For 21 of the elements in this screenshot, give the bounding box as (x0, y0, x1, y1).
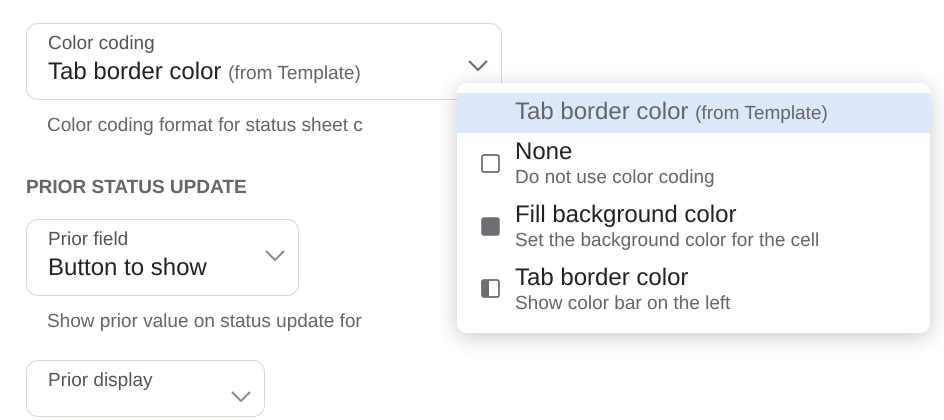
menu-option[interactable]: Fill background color Set the background color for the cell (457, 196, 930, 259)
field-value: Button to show (48, 252, 208, 283)
select-field[interactable]: Prior display (26, 360, 265, 418)
help-text: Show prior value on status update for (47, 310, 362, 334)
field-label: Color coding (48, 33, 156, 56)
menu-option[interactable]: None Do not use color coding (457, 133, 930, 196)
option-description: Set the background color for the cell (515, 230, 820, 253)
select-field[interactable]: Prior field Button to show (26, 218, 299, 296)
field-label: Prior field (48, 228, 130, 252)
help-text: Color coding format for status sheet c (47, 114, 363, 138)
field-label: Prior display (48, 370, 154, 394)
select-field[interactable]: Color coding Tab border color (from Template) (26, 23, 502, 100)
option-description: Show color bar on the left (515, 292, 730, 316)
field-value: Tab border color (from Template) (48, 56, 362, 87)
section-heading: PRIOR STATUS UPDATE (26, 176, 247, 200)
half-filled-square-icon (481, 279, 500, 298)
filled-square-icon (481, 216, 500, 236)
menu-option[interactable]: Tab border color Show color bar on the left (457, 258, 930, 322)
empty-square-icon (481, 154, 500, 173)
option-description: Do not use color coding (515, 167, 715, 190)
menu-option[interactable]: Tab border color (from Template) (457, 93, 930, 133)
